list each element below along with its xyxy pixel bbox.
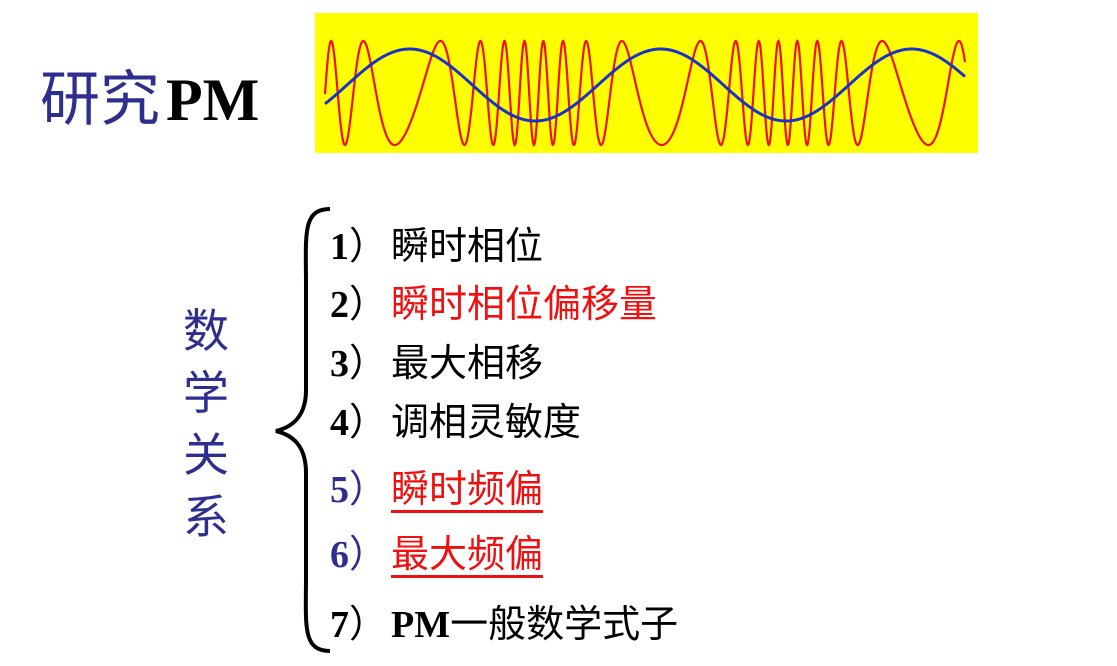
title-suffix: PM [166,67,260,133]
item-number: 2 [330,284,349,326]
pm-waveform-panel [315,13,978,153]
side-label-math-relations: 数 学 关 系 [176,300,236,548]
side-label-char: 系 [183,490,229,544]
title-prefix: 研究 [40,65,160,135]
side-label-char: 学 [183,366,229,420]
side-label-char: 数 [183,304,229,358]
item-text: 瞬时频偏 [391,467,544,511]
list-item: 7） PM一般数学式子 [330,593,678,648]
pm-waveform-graphic [323,39,967,147]
item-text: 调相灵敏度 [391,400,582,444]
list-item: 1） 瞬时相位 [330,215,543,270]
item-text: 最大频偏 [391,532,544,576]
list-item: 5） 瞬时频偏 [330,458,543,513]
item-number: 7 [330,604,349,646]
item-text: 瞬时相位偏移量 [391,282,658,326]
side-label-char: 关 [183,428,229,482]
item-number: 4 [330,402,349,444]
list-item: 2） 瞬时相位偏移量 [330,273,657,328]
carrier-wave [323,39,967,147]
list-item: 3） 最大相移 [330,332,543,387]
item-text-latin: PM [391,604,451,646]
item-separator: ） [349,602,388,646]
item-separator: ） [349,341,388,385]
item-number: 5 [330,469,349,511]
item-text: 瞬时相位 [391,224,544,268]
item-text: 最大相移 [391,341,544,385]
curly-brace [275,207,331,653]
item-separator: ） [349,282,388,326]
item-separator: ） [349,400,388,444]
item-number: 3 [330,343,349,385]
item-text: 一般数学式子 [450,602,679,646]
item-separator: ） [349,224,388,268]
item-separator: ） [349,467,388,511]
item-number: 1 [330,226,349,268]
list-item: 6） 最大频偏 [330,523,543,578]
list-item: 4） 调相灵敏度 [330,391,581,446]
page-title: 研究 PM [40,60,259,140]
item-number: 6 [330,534,349,576]
item-separator: ） [349,532,388,576]
